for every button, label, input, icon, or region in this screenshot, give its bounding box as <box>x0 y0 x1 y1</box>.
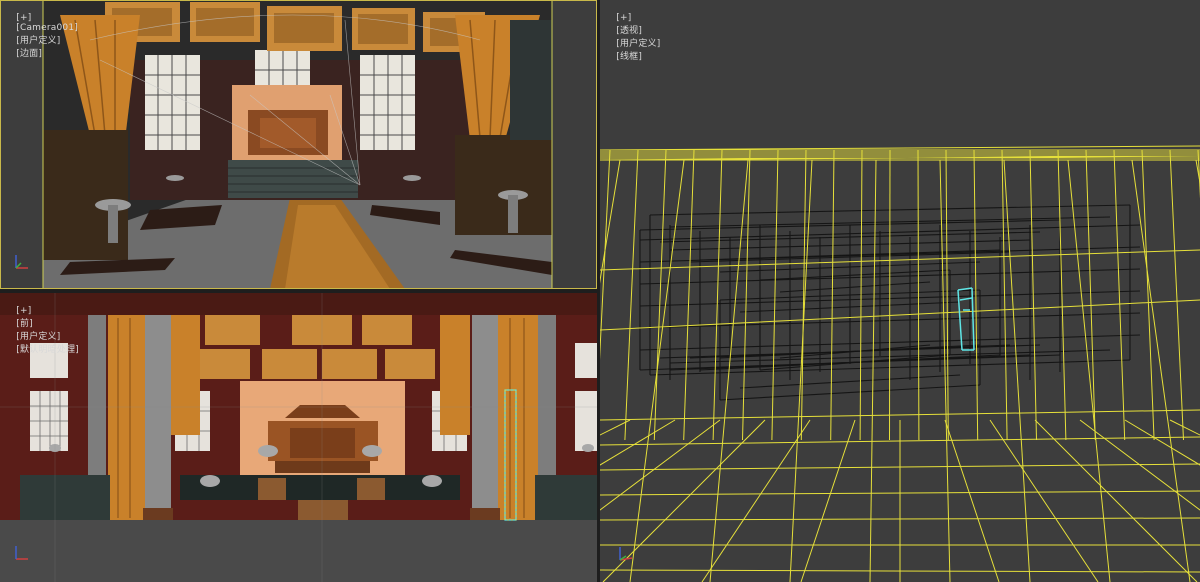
viewport-shading-menu[interactable]: [用户定义] <box>616 39 663 49</box>
viewport-view-menu[interactable]: [透视] <box>616 26 645 36</box>
perspective-viewport[interactable]: [+] [透视] [用户定义] [线框] <box>600 0 1200 582</box>
viewport-shading-menu[interactable]: [用户定义] <box>16 36 63 46</box>
viewport-plus-menu[interactable]: [+] <box>16 306 34 316</box>
viewport-mode-menu[interactable]: [线框] <box>616 52 645 62</box>
viewport-view-menu[interactable]: [前] <box>16 319 36 329</box>
viewport-camera-menu[interactable]: [Camera001] <box>16 23 81 33</box>
camera-viewport-label: [+] [Camera001] [用户定义] [边面] <box>4 3 81 69</box>
axis-tripod-icon <box>619 547 633 561</box>
axis-tripod-icon <box>15 255 28 269</box>
front-viewport-label: [+] [前] [用户定义] [默认明暗处理] <box>4 296 82 365</box>
wireframe-render <box>600 0 1200 582</box>
front-render <box>0 293 597 582</box>
axis-tripod-icon <box>15 546 28 560</box>
viewport-mode-menu[interactable]: [默认明暗处理] <box>16 345 82 355</box>
front-viewport[interactable]: [+] [前] [用户定义] [默认明暗处理] <box>0 293 597 582</box>
viewport-plus-menu[interactable]: [+] <box>616 13 634 23</box>
perspective-viewport-label: [+] [透视] [用户定义] [线框] <box>604 3 664 72</box>
viewport-mode-menu[interactable]: [边面] <box>16 49 45 59</box>
camera-viewport[interactable]: [+] [Camera001] [用户定义] [边面] <box>0 0 597 289</box>
viewport-plus-menu[interactable]: [+] <box>16 13 34 23</box>
viewport-shading-menu[interactable]: [用户定义] <box>16 332 63 342</box>
camera-render <box>0 0 597 289</box>
